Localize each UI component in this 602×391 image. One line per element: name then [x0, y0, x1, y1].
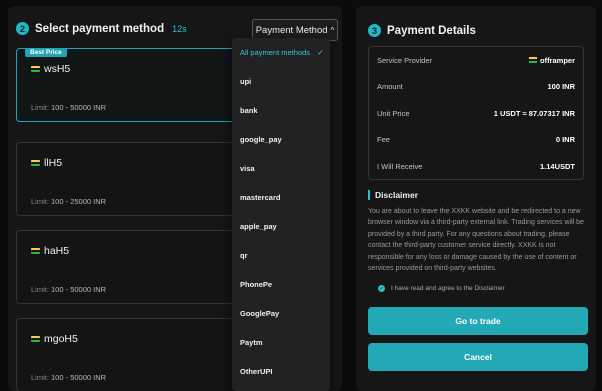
agree-label: I have read and agree to the Disclaimer [391, 285, 505, 292]
limit-label: Limit: [31, 285, 49, 294]
details-row: Amount 100 INR [369, 74, 583, 101]
step-number: 3 [368, 24, 381, 37]
merchant-limit: Limit: 100 - 25000 INR [31, 197, 106, 206]
merchant-name: mgoH5 [31, 333, 78, 345]
payment-method-button-label: Payment Method [255, 24, 328, 36]
details-key: I Will Receive [377, 161, 423, 171]
dropdown-item-all[interactable]: All payment methods ✓ [232, 38, 330, 67]
dropdown-item-phonepe[interactable]: PhonePe [232, 270, 330, 299]
india-flag-icon [31, 160, 40, 166]
payment-method-header: 2 Select payment method 12s [16, 22, 187, 35]
details-row: Unit Price 1 USDT ≈ 87.07317 INR [369, 100, 583, 127]
merchant-name-text: haH5 [44, 245, 70, 257]
chevron-up-icon: ^ [330, 25, 335, 35]
details-value: 1.14USDT [539, 161, 575, 171]
payment-method-dropdown-menu: All payment methods ✓ upi bank google_pa… [232, 38, 330, 391]
merchant-name-text: llH5 [44, 157, 63, 169]
dropdown-item-visa[interactable]: visa [232, 154, 330, 183]
dropdown-item-mastercard[interactable]: mastercard [232, 183, 330, 212]
limit-value: 100 - 25000 INR [51, 197, 107, 206]
details-key: Unit Price [377, 108, 410, 118]
disclaimer-title: Disclaimer [368, 190, 418, 200]
dropdown-item-upi[interactable]: upi [232, 67, 330, 96]
details-row: I Will Receive 1.14USDT [369, 153, 583, 180]
disclaimer-text: You are about to leave the XXKK website … [368, 208, 584, 273]
go-to-trade-button[interactable]: Go to trade [368, 307, 588, 335]
merchant-name-text: mgoH5 [44, 333, 78, 345]
dropdown-item-bank[interactable]: bank [232, 96, 330, 125]
details-table: Service Provider offramper Amount 100 IN… [368, 46, 584, 180]
limit-label: Limit: [31, 197, 49, 206]
checkbox-checked-icon[interactable]: ✓ [378, 285, 385, 292]
details-key: Service Provider [377, 55, 433, 65]
merchant-limit: Limit: 100 - 50000 INR [31, 103, 106, 112]
merchant-name: llH5 [31, 157, 62, 169]
best-price-badge: Best Price [25, 48, 67, 57]
dropdown-item-qr[interactable]: qr [232, 241, 330, 270]
details-value: 100 INR [547, 82, 575, 92]
dropdown-item-google-pay[interactable]: google_pay [232, 125, 330, 154]
limit-value: 100 - 50000 INR [51, 373, 107, 382]
dropdown-item-label: All payment methods [240, 48, 311, 57]
details-key: Fee [377, 135, 390, 145]
dropdown-item-other-upi[interactable]: OtherUPI [232, 357, 330, 386]
panel-title: Payment Details [387, 24, 476, 37]
payment-details-panel: 3 Payment Details Service Provider offra… [356, 6, 596, 391]
check-icon: ✓ [317, 48, 324, 57]
merchant-name-text: wsH5 [44, 63, 71, 75]
panel-title: Select payment method [35, 22, 165, 35]
merchant-limit: Limit: 100 - 50000 INR [31, 285, 106, 294]
step-number: 2 [16, 22, 29, 35]
countdown-timer: 12s [172, 23, 187, 34]
payment-details-header: 3 Payment Details [368, 24, 476, 37]
limit-value: 100 - 50000 INR [51, 285, 107, 294]
dropdown-item-googlepay[interactable]: GooglePay [232, 299, 330, 328]
provider-name: offramper [539, 55, 575, 65]
merchant-name: haH5 [31, 245, 69, 257]
details-value: 1 USDT ≈ 87.07317 INR [493, 108, 575, 118]
details-value: offramper [528, 55, 575, 65]
india-flag-icon [31, 336, 40, 342]
dropdown-item-apple-pay[interactable]: apple_pay [232, 212, 330, 241]
merchant-name: wsH5 [31, 63, 70, 75]
india-flag-icon [31, 66, 40, 72]
limit-label: Limit: [31, 373, 49, 382]
india-flag-icon [31, 248, 40, 254]
merchant-limit: Limit: 100 - 50000 INR [31, 373, 106, 382]
details-row: Fee 0 INR [369, 127, 583, 154]
details-key: Amount [377, 82, 403, 92]
cancel-button[interactable]: Cancel [368, 343, 588, 371]
dropdown-item-paytm[interactable]: Paytm [232, 328, 330, 357]
details-value: 0 INR [555, 135, 575, 145]
limit-value: 100 - 50000 INR [51, 103, 107, 112]
limit-label: Limit: [31, 103, 49, 112]
details-row: Service Provider offramper [369, 47, 583, 74]
agree-checkbox[interactable]: ✓ I have read and agree to the Disclaime… [378, 285, 505, 292]
provider-logo-icon [528, 57, 537, 64]
